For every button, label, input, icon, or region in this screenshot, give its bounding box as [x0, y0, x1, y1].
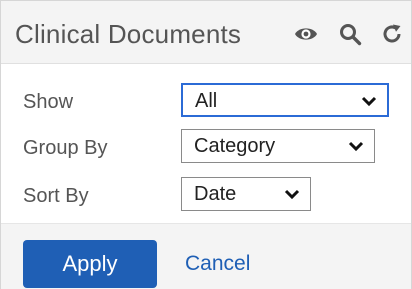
panel-title: Clinical Documents — [15, 19, 242, 49]
show-select-value: All — [195, 90, 218, 112]
sort-by-select-value: Date — [194, 183, 237, 205]
show-row: Show All — [1, 83, 411, 123]
panel-header: Clinical Documents — [1, 1, 411, 64]
group-by-label: Group By — [23, 137, 108, 159]
sort-by-label: Sort By — [23, 185, 89, 207]
apply-button[interactable]: Apply — [23, 240, 157, 288]
search-icon[interactable] — [337, 21, 363, 47]
group-by-row: Group By Category — [1, 129, 411, 169]
search-icon-glyph — [340, 24, 362, 46]
panel-footer: Apply Cancel — [1, 223, 411, 289]
cancel-link[interactable]: Cancel — [185, 252, 250, 276]
group-by-select[interactable]: Category — [181, 129, 375, 163]
sort-by-row: Sort By Date — [1, 177, 411, 217]
clinical-documents-panel: Clinical Documents Show All Group By Cat… — [0, 0, 412, 289]
refresh-icon[interactable] — [379, 21, 405, 47]
eye-icon[interactable] — [293, 21, 319, 47]
show-select[interactable]: All — [181, 83, 389, 117]
chevron-down-icon — [348, 141, 364, 152]
group-by-select-value: Category — [194, 135, 276, 157]
show-label: Show — [23, 91, 74, 113]
chevron-down-icon — [361, 96, 377, 107]
sort-by-select[interactable]: Date — [181, 177, 311, 211]
eye-icon-glyph — [295, 28, 317, 40]
refresh-icon-glyph — [383, 24, 401, 43]
chevron-down-icon — [284, 189, 300, 200]
